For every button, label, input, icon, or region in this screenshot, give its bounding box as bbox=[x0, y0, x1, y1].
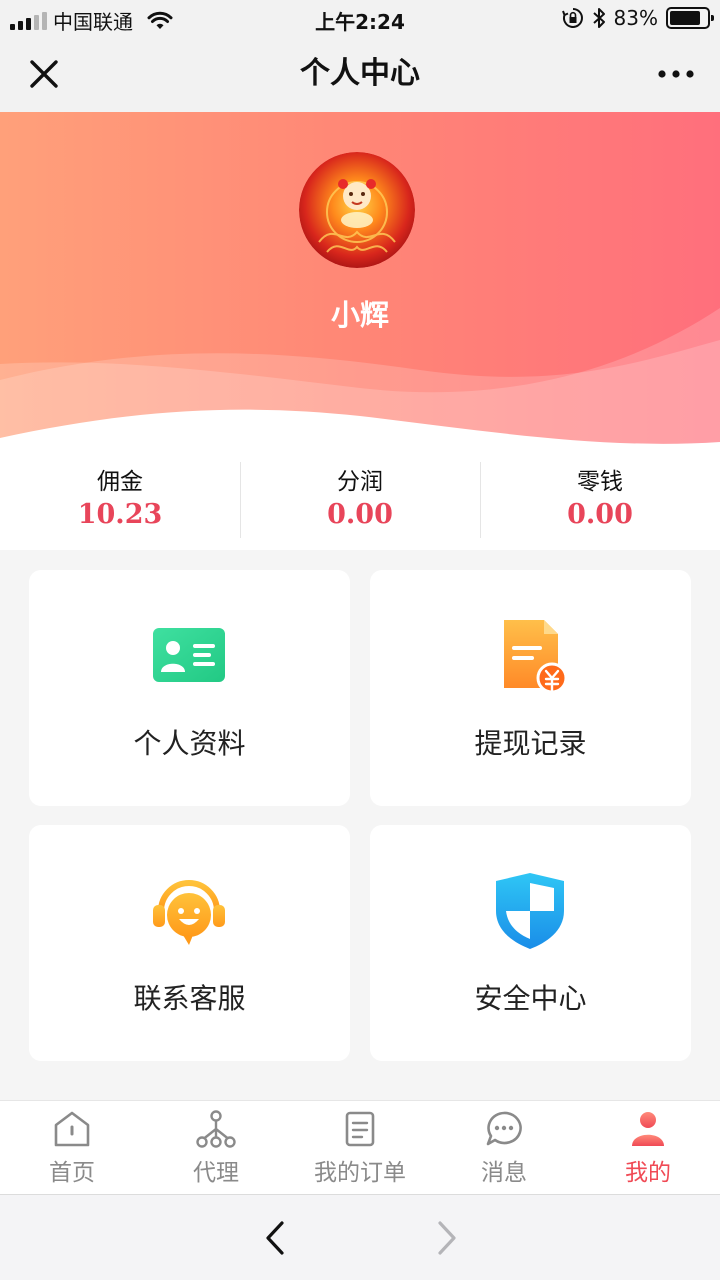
tab-messages[interactable]: 消息 bbox=[432, 1101, 576, 1194]
stat-label: 零钱 bbox=[577, 469, 623, 495]
shield-icon bbox=[496, 873, 564, 949]
forward-arrow-icon[interactable] bbox=[428, 1217, 464, 1259]
orientation-lock-icon bbox=[561, 8, 583, 28]
status-bar: 中国联通 上午2:24 83% bbox=[0, 0, 720, 36]
browser-toolbar bbox=[0, 1194, 720, 1280]
stat-value: 10.23 bbox=[77, 499, 163, 530]
status-right: 83% bbox=[561, 6, 714, 30]
id-card-icon bbox=[153, 628, 225, 682]
menu-card-label: 安全中心 bbox=[474, 982, 587, 1015]
tab-home[interactable]: 首页 bbox=[0, 1101, 144, 1194]
orders-icon bbox=[345, 1111, 375, 1147]
tab-label: 消息 bbox=[481, 1160, 527, 1186]
battery-percent: 83% bbox=[613, 6, 658, 30]
stat-commission[interactable]: 佣金 10.23 bbox=[0, 450, 240, 550]
menu-card-label: 个人资料 bbox=[133, 727, 246, 760]
profile-header: 小辉 bbox=[0, 112, 720, 450]
tab-bar: 首页 代理 我的订单 消息 我的 bbox=[0, 1100, 720, 1194]
customer-service-icon bbox=[153, 880, 225, 945]
menu-card-customer-service[interactable]: 联系客服 bbox=[29, 825, 350, 1061]
message-icon bbox=[486, 1111, 522, 1146]
tab-orders[interactable]: 我的订单 bbox=[288, 1101, 432, 1194]
avatar[interactable] bbox=[299, 152, 415, 268]
menu-card-security[interactable]: 安全中心 bbox=[370, 825, 691, 1061]
stat-value: 0.00 bbox=[567, 499, 633, 530]
stat-value: 0.00 bbox=[327, 499, 393, 530]
tab-label: 我的 bbox=[625, 1160, 671, 1186]
home-icon bbox=[54, 1111, 90, 1147]
stat-profit-share[interactable]: 分润 0.00 bbox=[240, 450, 480, 550]
withdraw-record-icon bbox=[504, 620, 568, 694]
stat-label: 佣金 bbox=[97, 469, 143, 495]
agent-tree-icon bbox=[196, 1110, 236, 1148]
tab-label: 我的订单 bbox=[314, 1160, 406, 1186]
tab-label: 代理 bbox=[193, 1160, 239, 1186]
page-title: 个人中心 bbox=[300, 56, 420, 91]
user-icon bbox=[632, 1112, 664, 1146]
username: 小辉 bbox=[330, 298, 389, 332]
tab-label: 首页 bbox=[49, 1160, 95, 1186]
menu-card-label: 提现记录 bbox=[474, 727, 587, 760]
bluetooth-icon bbox=[592, 8, 605, 28]
back-arrow-icon[interactable] bbox=[258, 1217, 294, 1259]
tab-agent[interactable]: 代理 bbox=[144, 1101, 288, 1194]
menu-card-withdraw-record[interactable]: 提现记录 bbox=[370, 570, 691, 806]
balance-stats: 佣金 10.23 分润 0.00 零钱 0.00 bbox=[0, 450, 720, 550]
menu-card-profile[interactable]: 个人资料 bbox=[29, 570, 350, 806]
tab-mine[interactable]: 我的 bbox=[576, 1101, 720, 1194]
menu-card-label: 联系客服 bbox=[133, 982, 246, 1015]
stat-label: 分润 bbox=[337, 469, 383, 495]
stat-change[interactable]: 零钱 0.00 bbox=[480, 450, 720, 550]
nav-bar: 个人中心 bbox=[0, 36, 720, 112]
more-icon[interactable] bbox=[656, 58, 696, 90]
battery-icon bbox=[666, 7, 714, 29]
